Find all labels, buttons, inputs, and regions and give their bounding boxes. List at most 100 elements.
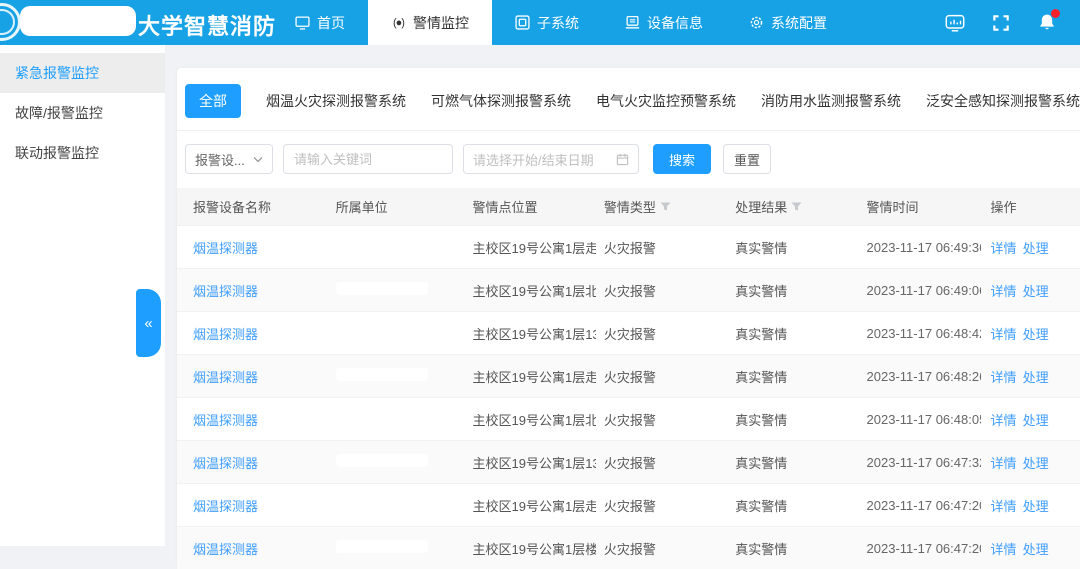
screen-icon [295,15,310,30]
table-row: 烟温探测器 主校区19号公寓1层北... 火灾报警 真实警情 2023-11-1… [177,268,1080,311]
detail-link[interactable]: 详情 [991,542,1017,557]
handle-link[interactable]: 处理 [1023,327,1049,342]
search-button[interactable]: 搜索 [653,144,711,174]
organization-cell [328,540,465,556]
tab-all[interactable]: 全部 [185,84,241,118]
dashboard-icon[interactable] [944,12,966,34]
filter-funnel-icon[interactable] [791,202,802,211]
device-type-select[interactable]: 报警设... [185,144,273,174]
detail-link[interactable]: 详情 [991,327,1017,342]
date-range-picker[interactable]: 请选择开始/结束日期 [463,144,639,174]
location-cell: 主校区19号公寓1层139 [465,453,596,472]
tab-smoke-temp-fire[interactable]: 烟温火灾探测报警系统 [266,84,406,118]
topbar-actions [944,0,1080,45]
alarm-time-cell: 2023-11-17 06:48:42 [859,326,981,341]
device-name-link[interactable]: 烟温探测器 [193,499,258,514]
detail-link[interactable]: 详情 [991,370,1017,385]
handle-link[interactable]: 处理 [1023,241,1049,256]
detail-link[interactable]: 详情 [991,499,1017,514]
alarm-monitor-panel: 全部 烟温火灾探测报警系统 可燃气体探测报警系统 电气火灾监控预警系统 消防用水… [177,68,1080,560]
brand: 大学智慧消防 [0,0,272,45]
device-name-link[interactable]: 烟温探测器 [193,370,258,385]
handle-link[interactable]: 处理 [1023,413,1049,428]
nav-item-system-config[interactable]: 系统配置 [726,0,850,45]
fullscreen-icon[interactable] [990,12,1012,34]
reset-button[interactable]: 重置 [723,144,771,174]
handle-link[interactable]: 处理 [1023,499,1049,514]
app-title: 大学智慧消防 [138,9,276,41]
nav-label: 警情监控 [413,13,469,33]
sidebar-collapse-handle[interactable]: « [136,289,161,357]
device-name-link[interactable]: 烟温探测器 [193,284,258,299]
filter-bar: 报警设... 请选择开始/结束日期 搜索 重置 [185,144,1080,174]
tab-fire-water[interactable]: 消防用水监测报警系统 [761,84,901,118]
table-row: 烟温探测器 主校区19号公寓1层走廊4 火灾报警 真实警情 2023-11-17… [177,225,1080,268]
col-handle-result: 处理结果 [727,197,858,216]
detail-link[interactable]: 详情 [991,456,1017,471]
nav-label: 设备信息 [647,13,703,33]
sidebar-item-fault-alarm[interactable]: 故障/报警监控 [0,93,165,133]
alarm-type-cell: 火灾报警 [596,281,727,300]
device-name-link[interactable]: 烟温探测器 [193,241,258,256]
filter-funnel-icon[interactable] [660,202,671,211]
redacted-organization [336,540,428,553]
handle-link[interactable]: 处理 [1023,370,1049,385]
actions-cell: 详情处理 [981,367,1080,386]
col-device-name: 报警设备名称 [177,197,328,216]
nav-label: 系统配置 [771,13,827,33]
organization-cell [328,282,465,298]
tab-pan-safety-sensing[interactable]: 泛安全感知探测报警系统 [926,84,1080,118]
actions-cell: 详情处理 [981,539,1080,558]
system-tabs: 全部 烟温火灾探测报警系统 可燃气体探测报警系统 电气火灾监控预警系统 消防用水… [177,68,1080,131]
nav-item-device-info[interactable]: 设备信息 [602,0,726,45]
nav-item-alarm-monitor[interactable]: (●) 警情监控 [368,0,492,45]
location-cell: 主校区19号公寓1层北... [465,410,596,429]
handle-result-cell: 真实警情 [727,539,858,558]
redacted-organization [336,368,428,381]
actions-cell: 详情处理 [981,238,1080,257]
device-name-link[interactable]: 烟温探测器 [193,542,258,557]
alarm-time-cell: 2023-11-17 06:47:32 [859,455,981,470]
organization-cell [328,497,465,513]
device-name-link[interactable]: 烟温探测器 [193,456,258,471]
sidebar-item-emergency-alarm[interactable]: 紧急报警监控 [0,53,165,93]
detail-link[interactable]: 详情 [991,284,1017,299]
detail-link[interactable]: 详情 [991,413,1017,428]
main-nav: 首页 (●) 警情监控 子系统 设备信息 系统配置 [272,0,850,45]
alarm-time-cell: 2023-11-17 06:48:05 [859,412,981,427]
bell-icon[interactable] [1036,12,1058,34]
nav-item-home[interactable]: 首页 [272,0,368,45]
nav-label: 首页 [317,13,345,33]
select-value: 报警设... [195,150,245,169]
handle-link[interactable]: 处理 [1023,284,1049,299]
keyword-input[interactable] [294,152,442,167]
handle-link[interactable]: 处理 [1023,456,1049,471]
sidebar-item-linkage-alarm[interactable]: 联动报警监控 [0,133,165,173]
detail-link[interactable]: 详情 [991,241,1017,256]
alarm-time-cell: 2023-11-17 06:49:36 [859,240,981,255]
notification-badge [1051,9,1060,18]
handle-link[interactable]: 处理 [1023,542,1049,557]
device-name-link[interactable]: 烟温探测器 [193,327,258,342]
col-location: 警情点位置 [465,197,596,216]
date-placeholder: 请选择开始/结束日期 [473,150,594,169]
table-body: 烟温探测器 主校区19号公寓1层走廊4 火灾报警 真实警情 2023-11-17… [177,225,1080,569]
col-organization: 所属单位 [328,197,465,216]
chevron-left-icon: « [144,315,152,332]
table-row: 烟温探测器 主校区19号公寓1层139 火灾报警 真实警情 2023-11-17… [177,311,1080,354]
keyword-field-wrap [283,144,453,174]
tab-electrical-fire[interactable]: 电气火灾监控预警系统 [596,84,736,118]
table-row: 烟温探测器 主校区19号公寓1层北... 火灾报警 真实警情 2023-11-1… [177,397,1080,440]
location-cell: 主校区19号公寓1层139 [465,324,596,343]
tab-combustible-gas[interactable]: 可燃气体探测报警系统 [431,84,571,118]
topbar: 大学智慧消防 首页 (●) 警情监控 子系统 设备信息 [0,0,1080,45]
handle-result-cell: 真实警情 [727,410,858,429]
organization-cell [328,239,465,255]
table-row: 烟温探测器 主校区19号公寓1层走廊4 火灾报警 真实警情 2023-11-17… [177,483,1080,526]
nav-item-subsystems[interactable]: 子系统 [492,0,602,45]
table-row: 烟温探测器 主校区19号公寓1层139 火灾报警 真实警情 2023-11-17… [177,440,1080,483]
alarm-type-cell: 火灾报警 [596,496,727,515]
organization-cell [328,325,465,341]
device-name-link[interactable]: 烟温探测器 [193,413,258,428]
redacted-organization [336,454,428,467]
